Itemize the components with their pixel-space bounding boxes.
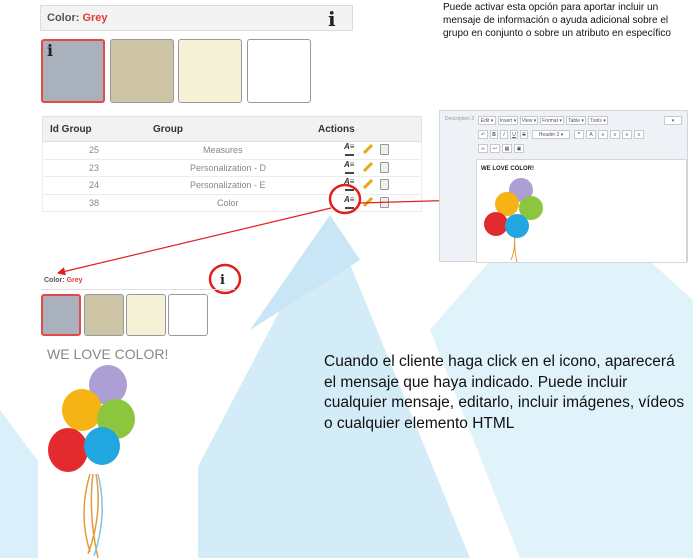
cell-group: Measures [203,145,243,155]
align-center-icon[interactable]: ≡ [610,130,620,139]
preview-color-value: Grey [66,277,83,284]
col-actions: Actions [318,124,355,135]
italic-button[interactable]: I [500,130,508,139]
swatch-beige[interactable] [110,39,174,103]
cell-id: 23 [89,162,100,173]
quote-icon[interactable]: ❞ [574,130,584,139]
table-row[interactable]: 25 Measures [42,142,422,160]
preview-swatch-white[interactable] [168,294,208,336]
menu-table[interactable]: Table ▾ [566,116,586,125]
balloons-image [48,365,135,558]
pencil-icon[interactable] [362,161,374,172]
cell-id: 24 [89,180,100,190]
pencil-icon[interactable] [362,143,374,155]
table-row[interactable]: 24 Personalization - E [42,177,422,195]
col-group: Group [153,124,183,135]
menu-view[interactable]: View ▾ [520,116,538,125]
strike-button[interactable]: S [520,130,528,139]
color-label: Color: Grey [47,12,108,24]
trash-icon[interactable] [380,161,389,173]
table-row[interactable]: 23 Personalization - D [42,159,422,177]
menu-tools[interactable]: Tools ▾ [588,116,608,125]
table-row[interactable]: 38 Color [42,194,422,212]
menu-format[interactable]: Format ▾ [540,116,564,125]
menu-edit[interactable]: Edit ▾ [478,116,496,125]
cell-group: Color [217,197,239,208]
info-message-popup: WE LOVE COLOR! [38,342,198,558]
preview-color-label: Color: Grey [44,277,83,284]
rich-text-editor: Description 2 Edit ▾ Insert ▾ View ▾ For… [439,110,688,263]
info-icon: i [47,41,54,60]
pencil-icon[interactable] [362,196,374,207]
info-edit-icon[interactable] [344,142,354,156]
cell-group: Personalization - D [190,162,267,173]
table-header: Id Group Group Actions [42,116,422,142]
color-value: Grey [82,12,108,24]
align-justify-icon[interactable]: ≡ [634,130,644,139]
info-icon[interactable]: i [220,273,225,288]
swatch-white[interactable] [247,39,311,103]
info-edit-icon[interactable] [344,177,354,191]
preview-swatch-beige[interactable] [84,294,124,336]
cell-id: 38 [89,197,100,208]
text-color-icon[interactable]: A [586,130,596,139]
editor-content-text: WE LOVE COLOR! [481,166,534,172]
align-left-icon[interactable]: ≡ [598,130,608,139]
cell-id: 25 [89,145,100,155]
callout-bottom-text: Cuando el cliente haga click en el icono… [324,353,685,432]
info-message-text: WE LOVE COLOR! [47,346,169,362]
balloons-image [484,178,543,262]
align-right-icon[interactable]: ≡ [622,130,632,139]
menu-more[interactable]: ▾ [664,116,682,125]
link-icon[interactable]: ∞ [478,144,488,153]
header-select[interactable]: Header 2 ▾ [532,130,570,139]
trash-icon[interactable] [380,179,389,190]
editor-content[interactable]: WE LOVE COLOR! [476,159,687,263]
menu-insert[interactable]: Insert ▾ [498,116,518,125]
preview-swatch-cream[interactable] [126,294,166,336]
swatch-cream[interactable] [178,39,242,103]
callout-top-text: Puede activar esta opción para aportar i… [443,2,671,39]
info-edit-icon[interactable] [344,195,354,209]
trash-icon[interactable] [380,196,389,208]
groups-table: Id Group Group Actions 25 Measures 23 Pe… [42,116,422,212]
unlink-icon[interactable]: ↩ [490,144,500,153]
info-edit-icon[interactable] [344,160,354,174]
pencil-icon[interactable] [362,178,374,190]
info-icon[interactable]: i [328,7,336,31]
color-selector-header: Color: Grey i [40,5,353,31]
swatch-grey[interactable]: i [41,39,105,103]
editor-side-label: Description 2 [445,116,475,122]
bold-button[interactable]: B [490,130,498,139]
col-id-group: Id Group [50,124,92,135]
preview-color-header: Color: Grey i [41,273,235,290]
trash-icon[interactable] [380,144,389,155]
cell-group: Personalization - E [190,180,266,190]
table-icon[interactable]: ▦ [502,144,512,153]
preview-swatch-grey[interactable] [41,294,81,336]
undo-icon[interactable]: ↶ [478,130,488,139]
image-icon[interactable]: ▣ [514,144,524,153]
underline-button[interactable]: U [510,130,518,139]
